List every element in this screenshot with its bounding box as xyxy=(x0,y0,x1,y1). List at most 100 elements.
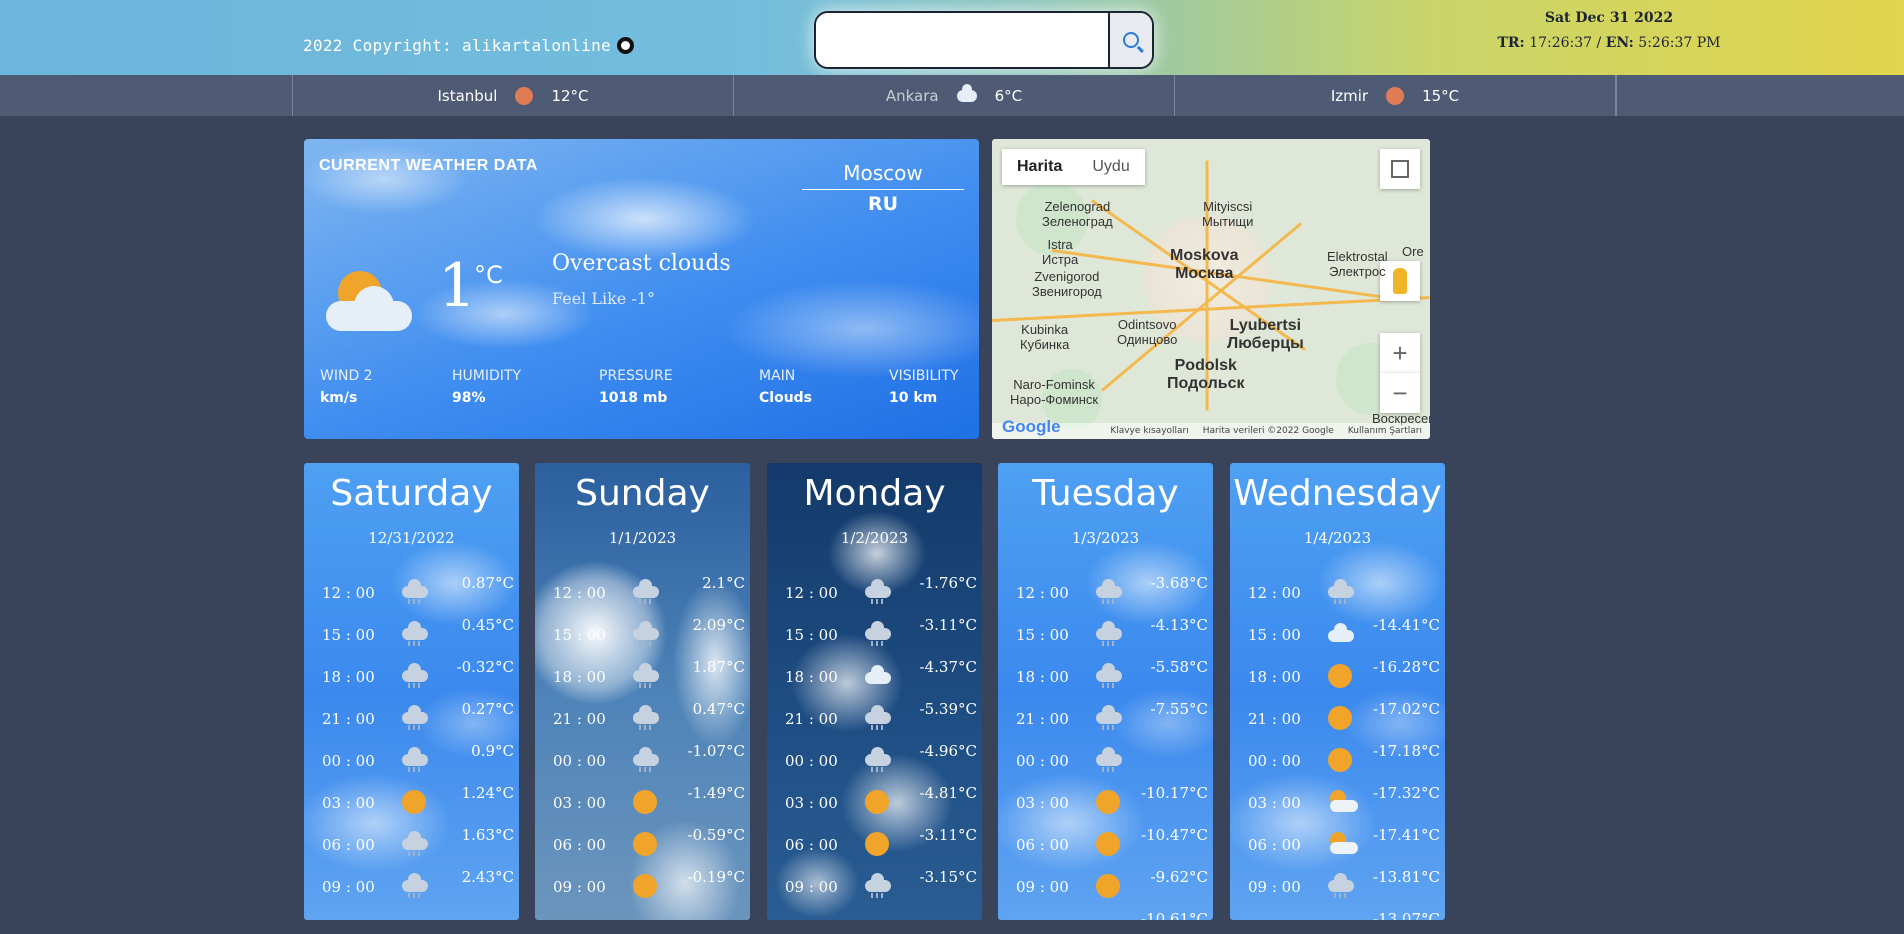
forecast-temp: -17.41°C xyxy=(1373,826,1440,844)
author-link[interactable]: alikartalonline xyxy=(462,36,611,55)
forecast-row: 15 : 00 -3.11°C xyxy=(767,616,982,649)
forecast-time: 21 : 00 xyxy=(785,710,838,728)
rain-cloud-icon xyxy=(633,705,659,730)
stat-visibility: VISIBILITY 10 km xyxy=(889,368,959,406)
top-header: 2022 Copyright: alikartalonline Sat Dec … xyxy=(0,0,1904,75)
forecast-temp: -0.19°C xyxy=(687,868,745,886)
forecast-temp: -5.39°C xyxy=(919,700,977,718)
forecast-time: 03 : 00 xyxy=(553,794,606,812)
forecast-row: -10.61°C xyxy=(998,910,1213,920)
stat-wind: WIND 2 km/s xyxy=(320,368,373,406)
forecast-time: 00 : 00 xyxy=(322,752,375,770)
fullscreen-icon xyxy=(1391,160,1409,178)
forecast-time: 21 : 00 xyxy=(1248,710,1301,728)
city-temp: 12°C xyxy=(551,86,589,105)
rain-cloud-icon xyxy=(402,747,428,772)
cloud-icon xyxy=(956,83,977,102)
clock-times: TR: 17:26:37 / EN: 5:26:37 PM xyxy=(1484,31,1734,56)
rain-cloud-icon xyxy=(633,621,659,646)
forecast-temp: 0.45°C xyxy=(461,616,514,634)
forecast-time: 15 : 00 xyxy=(785,626,838,644)
forecast-row: 06 : 00 -3.11°C xyxy=(767,826,982,859)
rain-cloud-icon xyxy=(1096,705,1122,730)
clock-date: Sat Dec 31 2022 xyxy=(1544,10,1674,26)
forecast-row: 00 : 00 -1.07°C xyxy=(535,742,750,775)
map-data-credit: Harita verileri ©2022 Google xyxy=(1202,426,1334,436)
forecast-row: 03 : 00 -4.81°C xyxy=(767,784,982,817)
forecast-temp: 0.27°C xyxy=(461,700,514,718)
forecast-row: 03 : 00 -10.17°C xyxy=(998,784,1213,817)
forecast-date: 1/4/2023 xyxy=(1303,529,1372,547)
forecast-date: 1/1/2023 xyxy=(608,529,677,547)
stat-pressure: PRESSURE 1018 mb xyxy=(599,368,673,406)
forecast-temp: 0.47°C xyxy=(692,700,745,718)
rain-cloud-icon xyxy=(1096,747,1122,772)
search-button[interactable] xyxy=(1108,13,1152,67)
forecast-row: 03 : 00 -1.49°C xyxy=(535,784,750,817)
city-item-istanbul[interactable]: Istanbul 12°C xyxy=(292,75,733,116)
city-item-ankara[interactable]: Ankara 6°C xyxy=(733,75,1174,116)
city-temp: 15°C xyxy=(1422,86,1460,105)
map-widget[interactable]: Harita Uydu + − Zelenograd Зеленоград Mi… xyxy=(992,139,1430,439)
forecast-time: 03 : 00 xyxy=(1016,794,1069,812)
city-name: Izmir xyxy=(1330,86,1369,105)
forecast-row: -13.07°C xyxy=(1230,910,1445,920)
map-keyboard-shortcuts[interactable]: Klavye kısayolları xyxy=(1110,426,1188,436)
forecast-time: 12 : 00 xyxy=(785,584,838,602)
sun-icon xyxy=(1328,706,1354,730)
current-weather-card: CURRENT WEATHER DATA Moscow RU 1 °C Over… xyxy=(304,139,979,439)
forecast-time: 18 : 00 xyxy=(1016,668,1069,686)
forecast-row: 06 : 00 -17.41°C xyxy=(1230,826,1445,859)
rain-cloud-icon xyxy=(402,831,428,856)
map-terms[interactable]: Kullanım Şartları xyxy=(1348,426,1422,436)
forecast-row: 21 : 00 0.47°C xyxy=(535,700,750,733)
sun-icon xyxy=(633,790,659,814)
rain-cloud-icon xyxy=(1096,663,1122,688)
map-label-ore: Ore xyxy=(1402,244,1424,259)
forecast-card-sunday: Sunday 1/1/2023 12 : 00 2.1°C 15 : 00 2.09°C 1… xyxy=(535,463,750,920)
city-bar: Istanbul 12°C Ankara 6°C Izmir 15°C xyxy=(0,75,1904,116)
forecast-time: 09 : 00 xyxy=(1016,878,1069,896)
map-label-odintsovo: Odintsovo Одинцово xyxy=(1117,317,1178,347)
tab-satellite[interactable]: Uydu xyxy=(1077,149,1144,185)
forecast-row: 06 : 00 -10.47°C xyxy=(998,826,1213,859)
forecast-day: Tuesday xyxy=(1032,473,1179,514)
forecast-time: 09 : 00 xyxy=(1248,878,1301,896)
current-city: Moscow xyxy=(802,161,964,190)
tr-label: TR: xyxy=(1497,35,1525,51)
forecast-temp: -1.49°C xyxy=(687,784,745,802)
forecast-row: 06 : 00 1.63°C xyxy=(304,826,519,859)
forecast-temp: -13.81°C xyxy=(1373,868,1440,886)
forecast-row: 00 : 00 xyxy=(998,745,1213,775)
current-weather-label: CURRENT WEATHER DATA xyxy=(319,157,538,174)
tab-map[interactable]: Harita xyxy=(1002,149,1077,185)
forecast-temp: -17.02°C xyxy=(1373,700,1440,718)
search-input[interactable] xyxy=(816,13,1110,67)
pegman-icon xyxy=(1393,268,1407,294)
fullscreen-button[interactable] xyxy=(1380,149,1420,189)
forecast-time: 15 : 00 xyxy=(553,626,606,644)
forecast-row: 09 : 00 -9.62°C xyxy=(998,868,1213,901)
map-label-kubinka: Kubinka Кубинка xyxy=(1020,322,1070,352)
city-item-izmir[interactable]: Izmir 15°C xyxy=(1174,75,1615,116)
forecast-temp: -0.59°C xyxy=(687,826,745,844)
forecast-row: 12 : 00 0.87°C xyxy=(304,574,519,607)
forecast-card-tuesday: Tuesday 1/3/2023 12 : 00 -3.68°C 15 : 00 -4.1… xyxy=(998,463,1213,920)
forecast-time: 06 : 00 xyxy=(1248,836,1301,854)
forecast-time: 03 : 00 xyxy=(1248,794,1301,812)
forecast-time: 06 : 00 xyxy=(1016,836,1069,854)
forecast-temp: -9.62°C xyxy=(1150,868,1208,886)
forecast-row: 15 : 00 -4.13°C xyxy=(998,616,1213,649)
rain-cloud-icon xyxy=(865,705,891,730)
forecast-day: Monday xyxy=(803,473,946,514)
sun-icon xyxy=(865,832,891,856)
sun-icon xyxy=(1386,86,1405,105)
rain-cloud-icon xyxy=(865,621,891,646)
cloud-icon xyxy=(865,664,891,688)
forecast-row: 09 : 00 -13.81°C xyxy=(1230,868,1445,901)
github-icon[interactable] xyxy=(616,37,634,54)
forecast-date: 1/2/2023 xyxy=(840,529,909,547)
zoom-out-button[interactable]: − xyxy=(1380,373,1420,413)
zoom-in-button[interactable]: + xyxy=(1380,333,1420,373)
forecast-time: 21 : 00 xyxy=(553,710,606,728)
